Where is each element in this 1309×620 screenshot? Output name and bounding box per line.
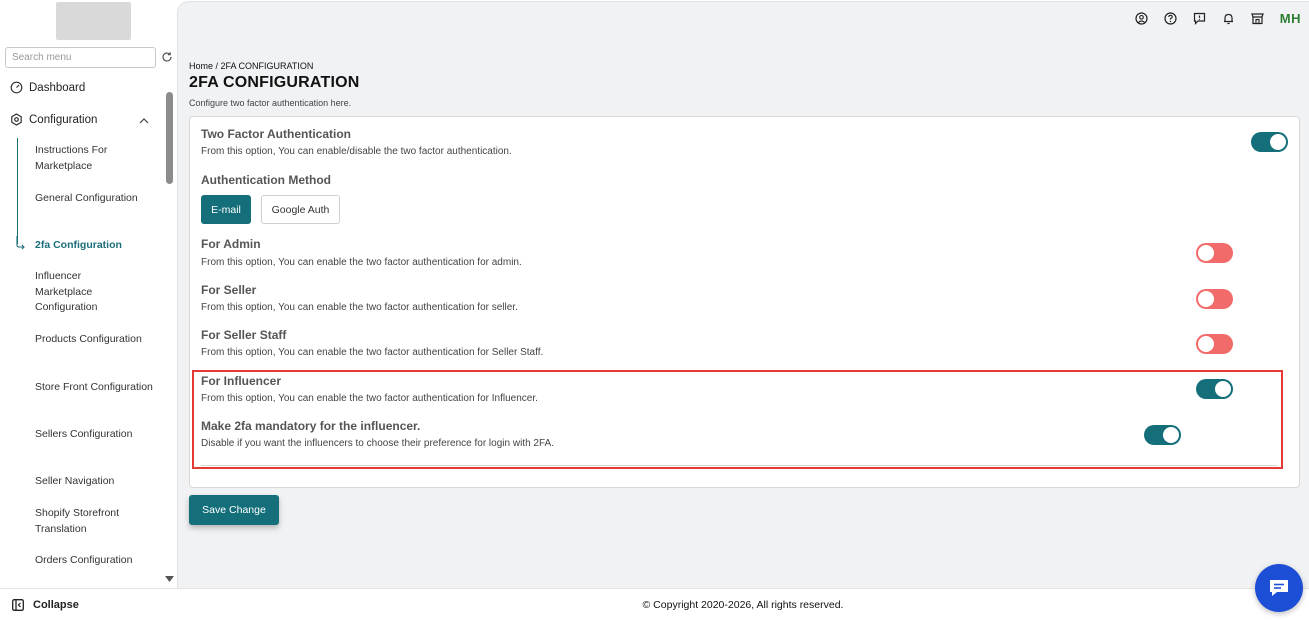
sidebar-item-configuration[interactable]: Configuration: [10, 113, 97, 126]
for-seller-staff-desc: From this option, You can enable the two…: [201, 347, 544, 358]
for-influencer-desc: From this option, You can enable the two…: [201, 393, 538, 404]
chat-button[interactable]: [1255, 564, 1303, 612]
main-content: MH Home / 2FA CONFIGURATION 2FA CONFIGUR…: [177, 1, 1309, 588]
for-admin-title: For Admin: [201, 237, 261, 251]
sidebar: Dashboard Configuration Instructions For…: [0, 0, 177, 620]
search-wrap: [5, 47, 156, 68]
submenu-arrow-icon: [16, 236, 25, 250]
sidebar-menu: Dashboard Configuration Instructions For…: [0, 74, 163, 588]
mandatory-influencer-title: Make 2fa mandatory for the influencer.: [201, 419, 421, 433]
for-admin-desc: From this option, You can enable the two…: [201, 257, 522, 268]
store-icon[interactable]: [1250, 12, 1264, 25]
sidebar-item-2fa-configuration[interactable]: 2fa Configuration: [35, 238, 155, 254]
avatar[interactable]: MH: [1280, 11, 1301, 26]
settings-card: Two Factor Authentication From this opti…: [189, 116, 1300, 488]
bell-icon[interactable]: [1222, 12, 1235, 25]
sidebar-item-sellers-configuration[interactable]: Sellers Configuration: [35, 427, 155, 443]
collapse-icon: [12, 598, 24, 611]
collapse-label: Collapse: [33, 598, 79, 611]
sidebar-item-general-configuration[interactable]: General Configuration: [35, 191, 155, 207]
mandatory-influencer-desc: Disable if you want the influencers to c…: [201, 438, 554, 449]
two-factor-toggle[interactable]: [1251, 132, 1288, 152]
for-seller-toggle[interactable]: [1196, 289, 1233, 309]
page-title: 2FA CONFIGURATION: [189, 74, 360, 91]
chat-icon: [1270, 580, 1288, 596]
feedback-icon[interactable]: [1193, 12, 1206, 25]
for-seller-staff-title: For Seller Staff: [201, 328, 287, 342]
two-factor-title: Two Factor Authentication: [201, 127, 351, 141]
for-influencer-toggle[interactable]: [1196, 379, 1233, 399]
for-seller-staff-toggle[interactable]: [1196, 334, 1233, 354]
scroll-down-icon[interactable]: [165, 576, 174, 582]
breadcrumb: Home / 2FA CONFIGURATION: [189, 61, 314, 71]
sidebar-item-products-configuration[interactable]: Products Configuration: [35, 332, 155, 348]
sidebar-item-label: Configuration: [29, 113, 98, 126]
gear-icon: [11, 113, 22, 126]
collapse-button[interactable]: Collapse: [0, 588, 177, 620]
for-seller-desc: From this option, You can enable the two…: [201, 302, 518, 313]
sidebar-scrollbar[interactable]: [166, 92, 173, 184]
sidebar-item-orders-configuration[interactable]: Orders Configuration: [35, 553, 155, 569]
logo: [56, 2, 131, 40]
sidebar-item-instructions[interactable]: Instructions For Marketplace: [35, 143, 155, 174]
divider: [201, 465, 1278, 466]
auth-method-title: Authentication Method: [201, 173, 331, 187]
sidebar-item-label: Dashboard: [29, 81, 86, 94]
chevron-up-icon[interactable]: [138, 116, 150, 126]
sidebar-item-seller-navigation[interactable]: Seller Navigation: [35, 474, 155, 490]
mandatory-influencer-toggle[interactable]: [1144, 425, 1181, 445]
sidebar-item-dashboard[interactable]: Dashboard: [10, 81, 85, 94]
google-auth-button[interactable]: Google Auth: [261, 195, 340, 224]
two-factor-desc: From this option, You can enable/disable…: [201, 146, 512, 157]
help-icon[interactable]: [1164, 12, 1177, 25]
save-button[interactable]: Save Change: [189, 495, 279, 525]
page-subtitle: Configure two factor authentication here…: [189, 98, 352, 108]
for-seller-title: For Seller: [201, 283, 257, 297]
sidebar-item-influencer-marketplace[interactable]: Influencer Marketplace Configuration: [35, 269, 135, 316]
copyright-text: © Copyright 2020-2026, All rights reserv…: [642, 598, 844, 611]
refresh-icon[interactable]: [161, 51, 173, 63]
email-method-button[interactable]: E-mail: [201, 195, 251, 224]
app-root: Dashboard Configuration Instructions For…: [0, 0, 1309, 620]
footer: © Copyright 2020-2026, All rights reserv…: [177, 588, 1309, 620]
submenu-line: [17, 138, 18, 244]
top-toolbar: MH: [1135, 11, 1301, 26]
sidebar-item-store-front-configuration[interactable]: Store Front Configuration: [35, 380, 155, 396]
for-influencer-title: For Influencer: [201, 374, 282, 388]
search-input[interactable]: [5, 47, 156, 68]
dashboard-icon: [10, 81, 23, 94]
sidebar-item-shopify-storefront-translation[interactable]: Shopify Storefront Translation: [35, 506, 155, 537]
user-circle-icon[interactable]: [1135, 12, 1148, 25]
for-admin-toggle[interactable]: [1196, 243, 1233, 263]
